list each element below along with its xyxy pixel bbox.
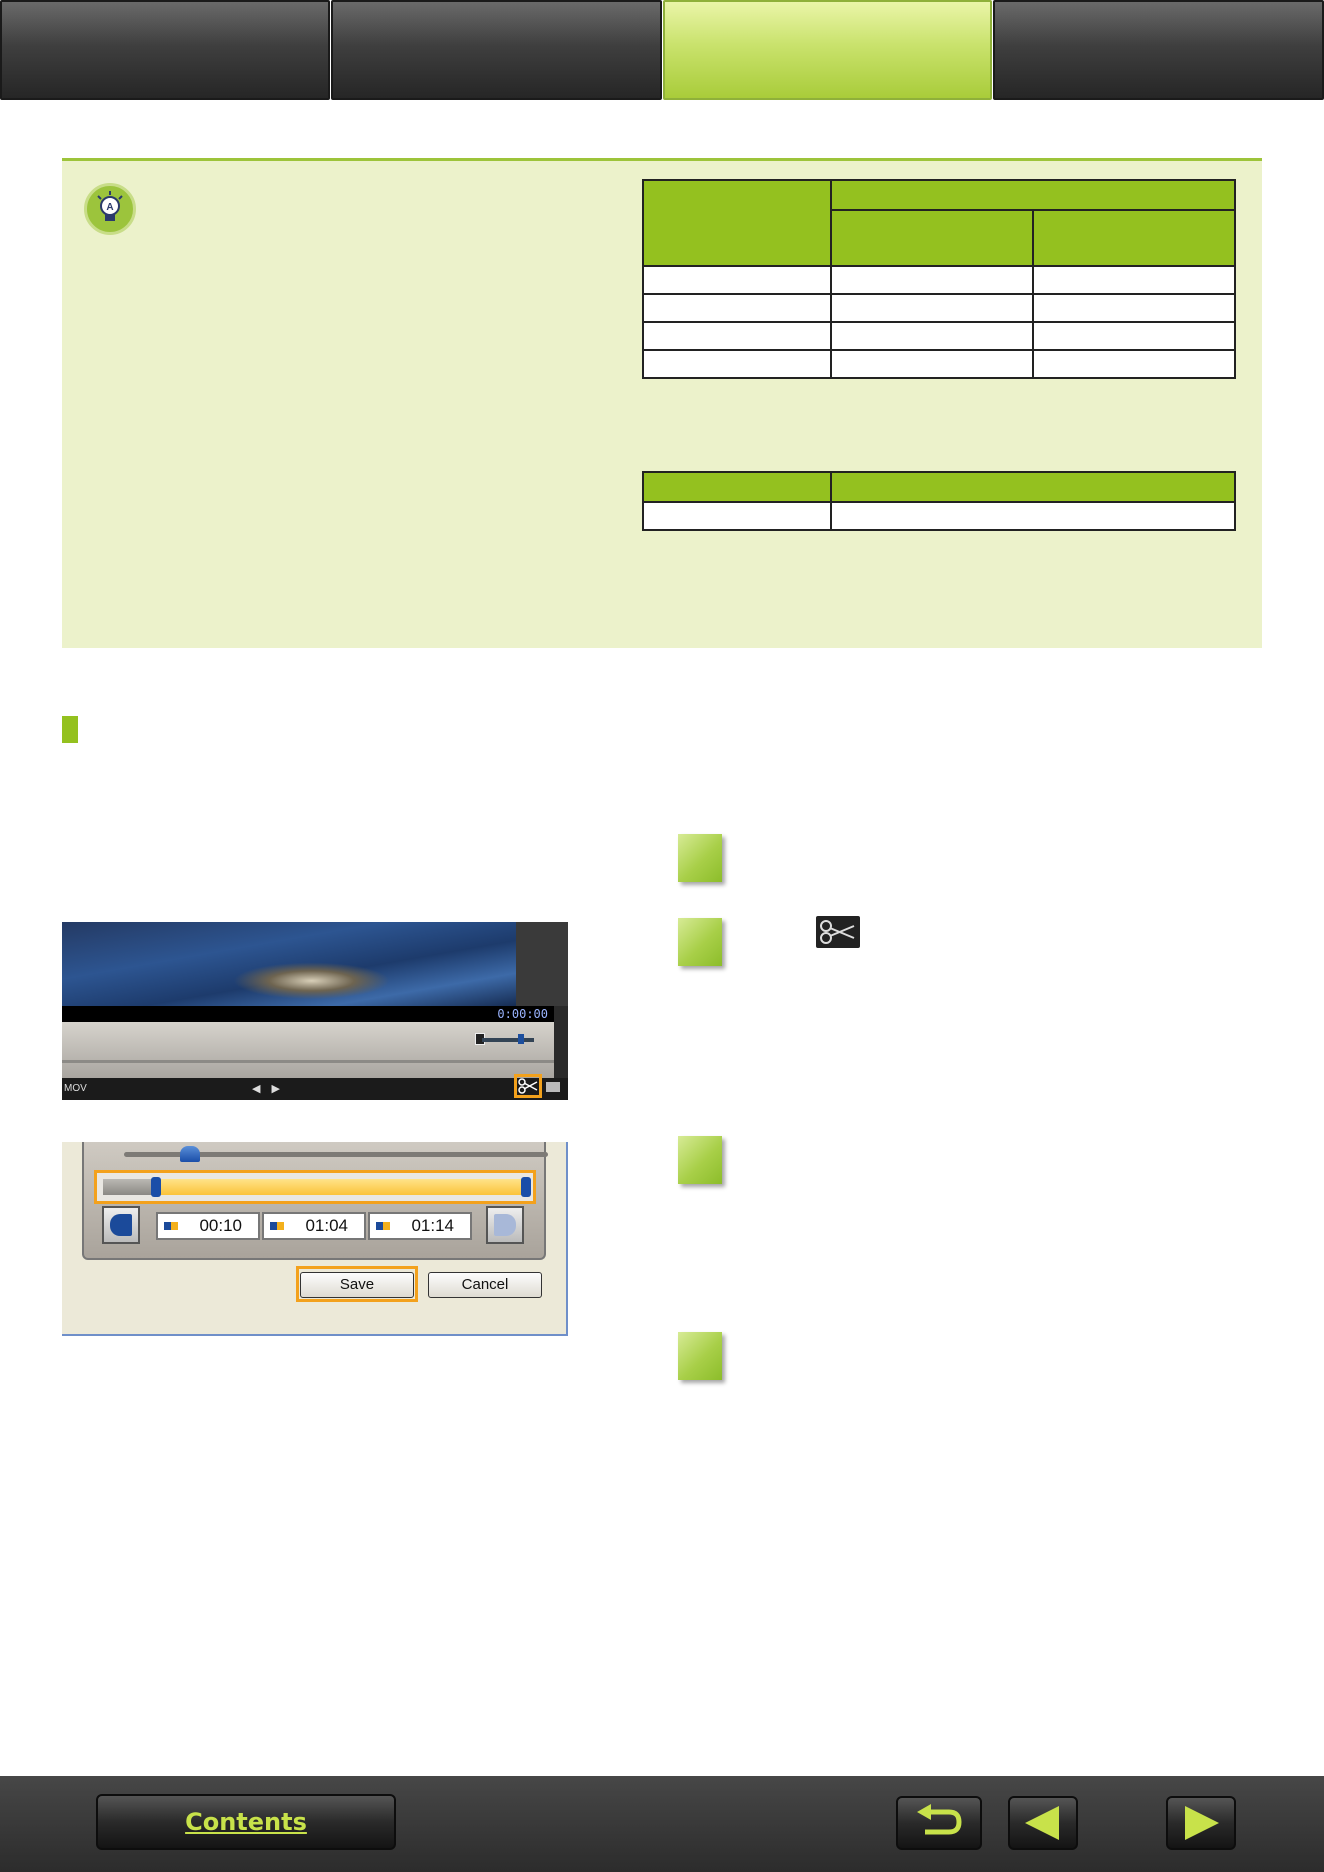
end-time-value: 01:14 (411, 1216, 454, 1235)
duration-value: 01:04 (305, 1216, 348, 1235)
player-control-panel (62, 1022, 554, 1078)
start-time-field[interactable]: 00:10 (156, 1212, 260, 1240)
contents-button[interactable]: Contents (96, 1794, 396, 1850)
table-row (642, 501, 1236, 531)
table1-header-cell (1032, 209, 1236, 267)
volume-slider-knob[interactable] (518, 1034, 524, 1044)
playback-seek-knob[interactable] (180, 1146, 200, 1162)
cancel-button[interactable]: Cancel (428, 1272, 542, 1298)
volume-slider[interactable] (482, 1038, 534, 1042)
start-marker-icon (164, 1222, 178, 1230)
file-type-label: MOV (64, 1083, 87, 1094)
trim-range-bar[interactable] (94, 1170, 536, 1204)
step-1-badge (678, 834, 722, 882)
top-tab-bar (0, 0, 1324, 100)
tab-1[interactable] (0, 0, 330, 100)
table2-header-cell (830, 471, 1236, 503)
player-status-bar: MOV (62, 1078, 568, 1100)
set-start-point-button[interactable] (102, 1206, 140, 1244)
scissors-icon (816, 916, 860, 948)
tab-2[interactable] (331, 0, 662, 100)
step-4-badge (678, 1332, 722, 1380)
hint-table-2 (642, 471, 1236, 531)
next-page-icon (1185, 1806, 1219, 1840)
player-side-panel (516, 922, 568, 1006)
back-arrow-icon (917, 1804, 962, 1835)
table-row (642, 349, 1236, 379)
back-button[interactable] (896, 1796, 982, 1850)
start-point-icon (110, 1214, 132, 1236)
player-seek-rail[interactable] (62, 1060, 554, 1063)
table1-header-cell (830, 209, 1034, 267)
duration-marker-icon (270, 1222, 284, 1230)
hint-table-1 (642, 179, 1236, 379)
duration-field[interactable]: 01:04 (262, 1212, 366, 1240)
set-end-point-button[interactable] (486, 1206, 524, 1244)
end-point-icon (494, 1214, 516, 1236)
table-row (642, 293, 1236, 323)
svg-text:A: A (106, 202, 113, 213)
scissors-icon (518, 1078, 538, 1094)
hint-box: A (62, 158, 1262, 648)
table1-header-cell (642, 179, 832, 267)
table1-header-cell (830, 179, 1236, 211)
next-page-button[interactable] (1166, 1796, 1236, 1850)
timecode-display: 0:00:00 (62, 1006, 554, 1022)
step-3-badge (678, 1136, 722, 1184)
previous-page-icon (1025, 1806, 1059, 1840)
lightbulb-icon: A (84, 183, 136, 235)
player-screenshot: 0:00:00 MOV ◀ ▶ (62, 922, 568, 1100)
trim-dialog-screenshot: 00:10 01:04 01:14 Save Cancel (62, 1142, 568, 1336)
tab-3-active[interactable] (663, 0, 992, 100)
section-heading-marker (62, 716, 78, 743)
tab-4[interactable] (993, 0, 1324, 100)
trim-excluded-range (103, 1179, 155, 1195)
table2-header-cell (642, 471, 832, 503)
save-button[interactable]: Save (300, 1272, 414, 1298)
trim-selected-range (155, 1179, 525, 1195)
frame-navigation-arrows[interactable]: ◀ ▶ (252, 1082, 284, 1095)
trim-end-handle[interactable] (521, 1177, 531, 1197)
table-row (642, 321, 1236, 351)
video-frame (62, 922, 516, 1006)
cut-button[interactable] (514, 1074, 542, 1098)
table-row (642, 265, 1236, 295)
end-marker-icon (376, 1222, 390, 1230)
step-2-badge (678, 918, 722, 966)
folder-icon[interactable] (546, 1082, 560, 1092)
end-time-field[interactable]: 01:14 (368, 1212, 472, 1240)
start-time-value: 00:10 (199, 1216, 242, 1235)
previous-page-button[interactable] (1008, 1796, 1078, 1850)
manual-page: A 0:00:00 MOV ◀ ▶ 00:10 01:04 01:14 Save… (0, 0, 1324, 1872)
trim-start-handle[interactable] (151, 1177, 161, 1197)
